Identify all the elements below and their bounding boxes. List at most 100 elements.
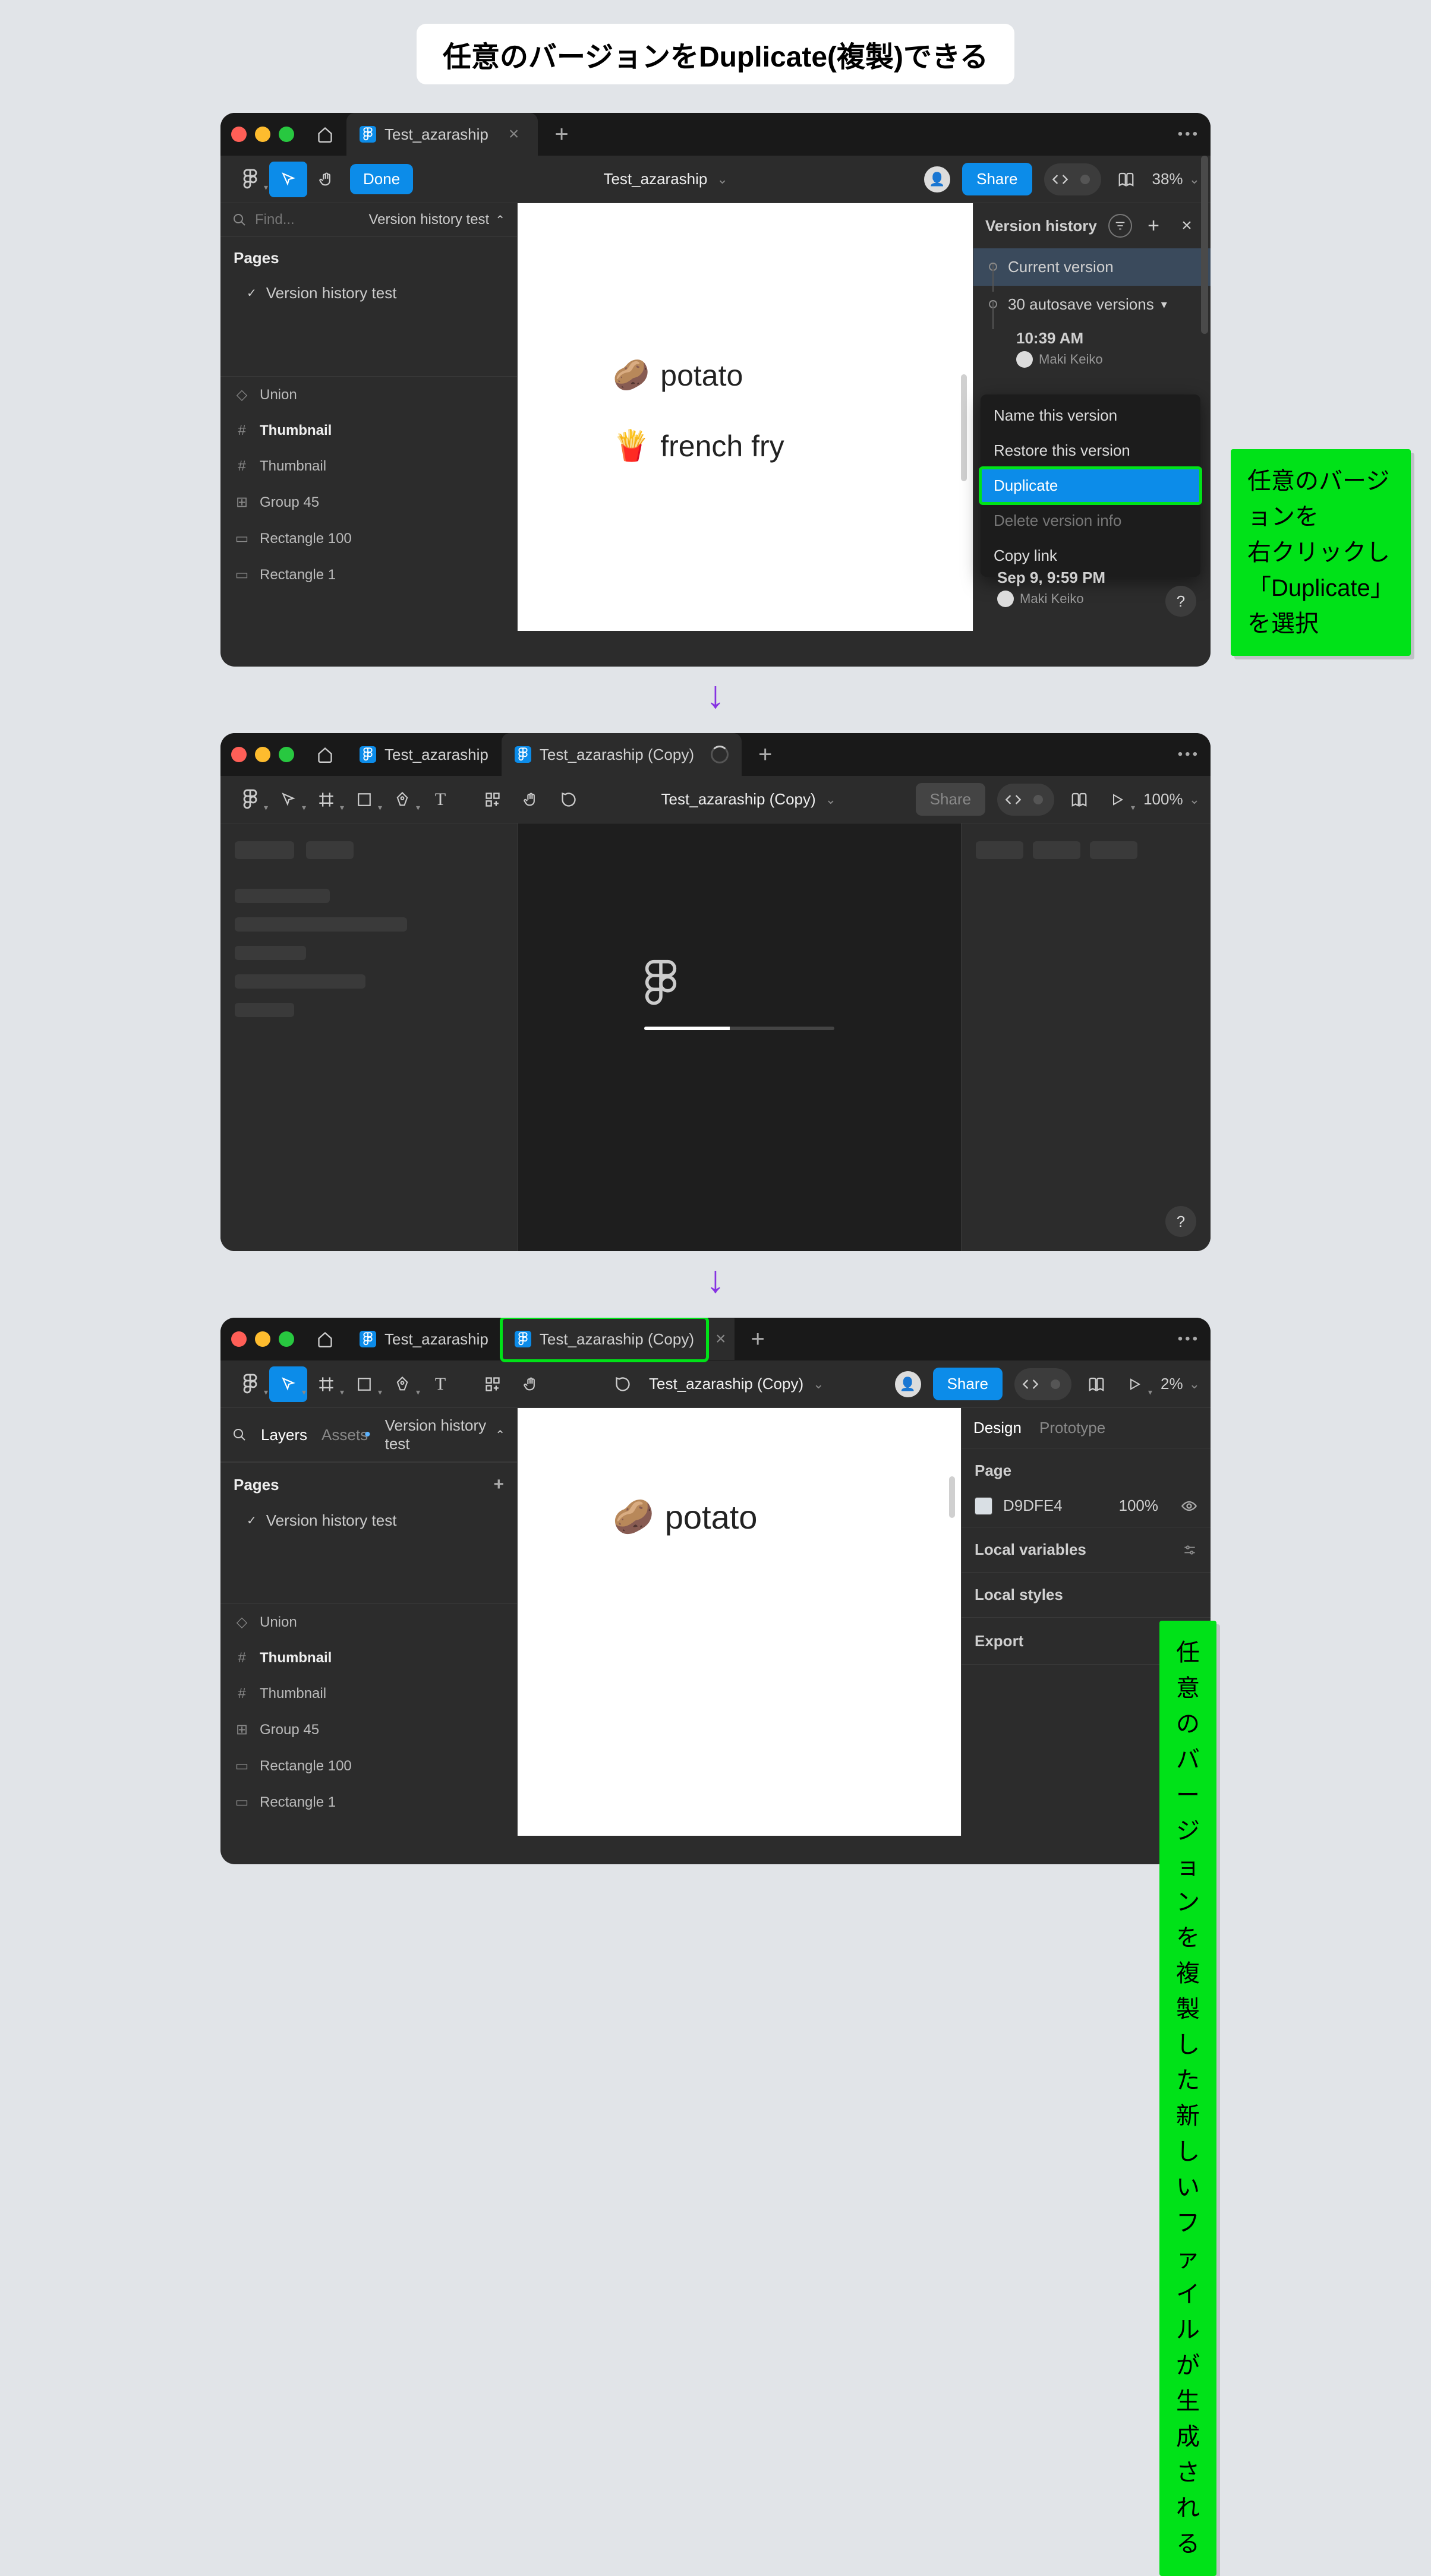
- hand-tool[interactable]: [512, 1366, 550, 1402]
- hand-tool[interactable]: [307, 162, 345, 197]
- figma-menu-button[interactable]: ▾: [231, 782, 269, 817]
- version-item-current[interactable]: Current version: [973, 248, 1211, 286]
- canvas[interactable]: 🥔 potato 🍟 french fry: [518, 203, 973, 631]
- move-tool[interactable]: ▾: [269, 782, 307, 817]
- frame-tool[interactable]: ▾: [307, 1366, 345, 1402]
- layer-item[interactable]: ▭Rectangle 100: [220, 520, 517, 557]
- share-button[interactable]: Share: [933, 1368, 1003, 1400]
- search-icon[interactable]: [232, 1428, 247, 1442]
- library-icon[interactable]: [1107, 162, 1145, 197]
- help-button[interactable]: ?: [1165, 586, 1196, 617]
- text-tool[interactable]: T: [421, 1366, 459, 1402]
- dev-mode-toggle[interactable]: [1014, 1368, 1071, 1400]
- page-item[interactable]: ✓ Version history test: [220, 1503, 517, 1538]
- close-panel-icon[interactable]: ×: [1175, 214, 1199, 238]
- library-icon[interactable]: [1077, 1366, 1115, 1402]
- minimize-window-icon[interactable]: [255, 747, 270, 762]
- file-tab[interactable]: Test_azaraship: [346, 1318, 502, 1360]
- version-item[interactable]: 10:39 AM Maki Keiko: [973, 323, 1211, 377]
- zoom-control[interactable]: 2%⌄: [1161, 1375, 1200, 1393]
- help-button[interactable]: ?: [1165, 1206, 1196, 1237]
- layer-item[interactable]: #Thumbnail: [220, 1640, 517, 1676]
- close-tab-icon[interactable]: ×: [497, 124, 525, 144]
- home-button[interactable]: [310, 119, 341, 150]
- find-input[interactable]: [255, 211, 308, 228]
- dev-mode-toggle[interactable]: [1044, 163, 1101, 195]
- visibility-icon[interactable]: [1181, 1500, 1197, 1512]
- share-button[interactable]: Share: [916, 783, 985, 816]
- file-tab-active[interactable]: Test_azaraship (Copy): [502, 733, 742, 776]
- pen-tool[interactable]: ▾: [383, 782, 421, 817]
- page-item[interactable]: ✓ Version history test: [220, 276, 517, 311]
- layer-item[interactable]: ◇Union: [220, 377, 517, 413]
- layers-tab[interactable]: Layers: [261, 1426, 307, 1444]
- assets-tab[interactable]: Assets•: [321, 1426, 371, 1444]
- canvas-scrollbar[interactable]: [961, 374, 967, 481]
- new-tab-button[interactable]: +: [735, 1326, 781, 1353]
- maximize-window-icon[interactable]: [279, 747, 294, 762]
- layer-item[interactable]: ▭Rectangle 1: [220, 1784, 517, 1820]
- layer-item[interactable]: ◇Union: [220, 1604, 517, 1640]
- menu-duplicate[interactable]: Duplicate: [981, 468, 1200, 503]
- menu-restore-version[interactable]: Restore this version: [981, 433, 1200, 468]
- chevron-down-icon[interactable]: ⌄: [813, 1377, 824, 1392]
- color-opacity[interactable]: 100%: [1119, 1497, 1159, 1515]
- document-title[interactable]: Test_azaraship (Copy): [649, 1375, 803, 1393]
- comment-tool[interactable]: [614, 1376, 631, 1393]
- maximize-window-icon[interactable]: [279, 1331, 294, 1347]
- comment-tool[interactable]: [550, 782, 588, 817]
- chevron-down-icon[interactable]: ⌄: [717, 172, 727, 187]
- local-styles-section[interactable]: Local styles: [962, 1573, 1211, 1618]
- shape-tool[interactable]: ▾: [345, 782, 383, 817]
- close-window-icon[interactable]: [231, 1331, 247, 1347]
- home-button[interactable]: [310, 739, 341, 770]
- frame-tool[interactable]: ▾: [307, 782, 345, 817]
- text-tool[interactable]: T: [421, 782, 459, 817]
- layer-item[interactable]: ⊞Group 45: [220, 484, 517, 520]
- resources-button[interactable]: [474, 782, 512, 817]
- canvas[interactable]: 🥔 potato: [518, 1408, 961, 1836]
- done-button[interactable]: Done: [350, 164, 413, 194]
- color-swatch[interactable]: [975, 1497, 992, 1515]
- move-tool[interactable]: [269, 162, 307, 197]
- maximize-window-icon[interactable]: [279, 127, 294, 142]
- layer-item[interactable]: ▭Rectangle 1: [220, 557, 517, 593]
- document-title[interactable]: Test_azaraship (Copy): [661, 790, 816, 809]
- user-avatar[interactable]: 👤: [895, 1371, 921, 1397]
- new-tab-button[interactable]: +: [538, 121, 585, 148]
- more-menu-icon[interactable]: •••: [1178, 746, 1200, 763]
- settings-icon[interactable]: [1182, 1542, 1197, 1558]
- local-variables-section[interactable]: Local variables: [962, 1527, 1211, 1573]
- close-window-icon[interactable]: [231, 747, 247, 762]
- add-version-icon[interactable]: +: [1142, 214, 1165, 238]
- layer-item[interactable]: #Thumbnail: [220, 1676, 517, 1712]
- page-selector[interactable]: Version history test⌃: [385, 1416, 505, 1453]
- figma-menu-button[interactable]: ▾: [231, 162, 269, 197]
- layer-item[interactable]: ▭Rectangle 100: [220, 1748, 517, 1784]
- document-title[interactable]: Test_azaraship: [603, 170, 707, 188]
- pen-tool[interactable]: ▾: [383, 1366, 421, 1402]
- file-tab-active-highlighted[interactable]: Test_azaraship (Copy): [502, 1318, 707, 1360]
- close-tab-icon[interactable]: ×: [707, 1318, 735, 1360]
- more-menu-icon[interactable]: •••: [1178, 1331, 1200, 1347]
- zoom-control[interactable]: 38% ⌄: [1152, 170, 1200, 188]
- library-icon[interactable]: [1060, 782, 1098, 817]
- panel-scrollbar[interactable]: [1201, 156, 1208, 334]
- layer-item[interactable]: #Thumbnail: [220, 413, 517, 449]
- minimize-window-icon[interactable]: [255, 1331, 270, 1347]
- menu-delete-version-info[interactable]: Delete version info: [981, 503, 1200, 538]
- color-hex[interactable]: D9DFE4: [1003, 1497, 1063, 1515]
- close-window-icon[interactable]: [231, 127, 247, 142]
- present-button[interactable]: ▾: [1115, 1366, 1153, 1402]
- figma-menu-button[interactable]: ▾: [231, 1366, 269, 1402]
- present-button[interactable]: ▾: [1098, 782, 1136, 817]
- layer-item[interactable]: ⊞Group 45: [220, 1712, 517, 1748]
- chevron-down-icon[interactable]: ⌄: [825, 792, 836, 807]
- version-history-page-selector[interactable]: Version history test ⌃: [368, 211, 505, 228]
- resources-button[interactable]: [474, 1366, 512, 1402]
- new-tab-button[interactable]: +: [742, 741, 789, 768]
- design-tab[interactable]: Design: [973, 1419, 1022, 1437]
- file-tab[interactable]: Test_azaraship: [346, 733, 502, 776]
- zoom-control[interactable]: 100%⌄: [1143, 790, 1200, 809]
- version-item-autosave-group[interactable]: 30 autosave versions ▾: [973, 286, 1211, 323]
